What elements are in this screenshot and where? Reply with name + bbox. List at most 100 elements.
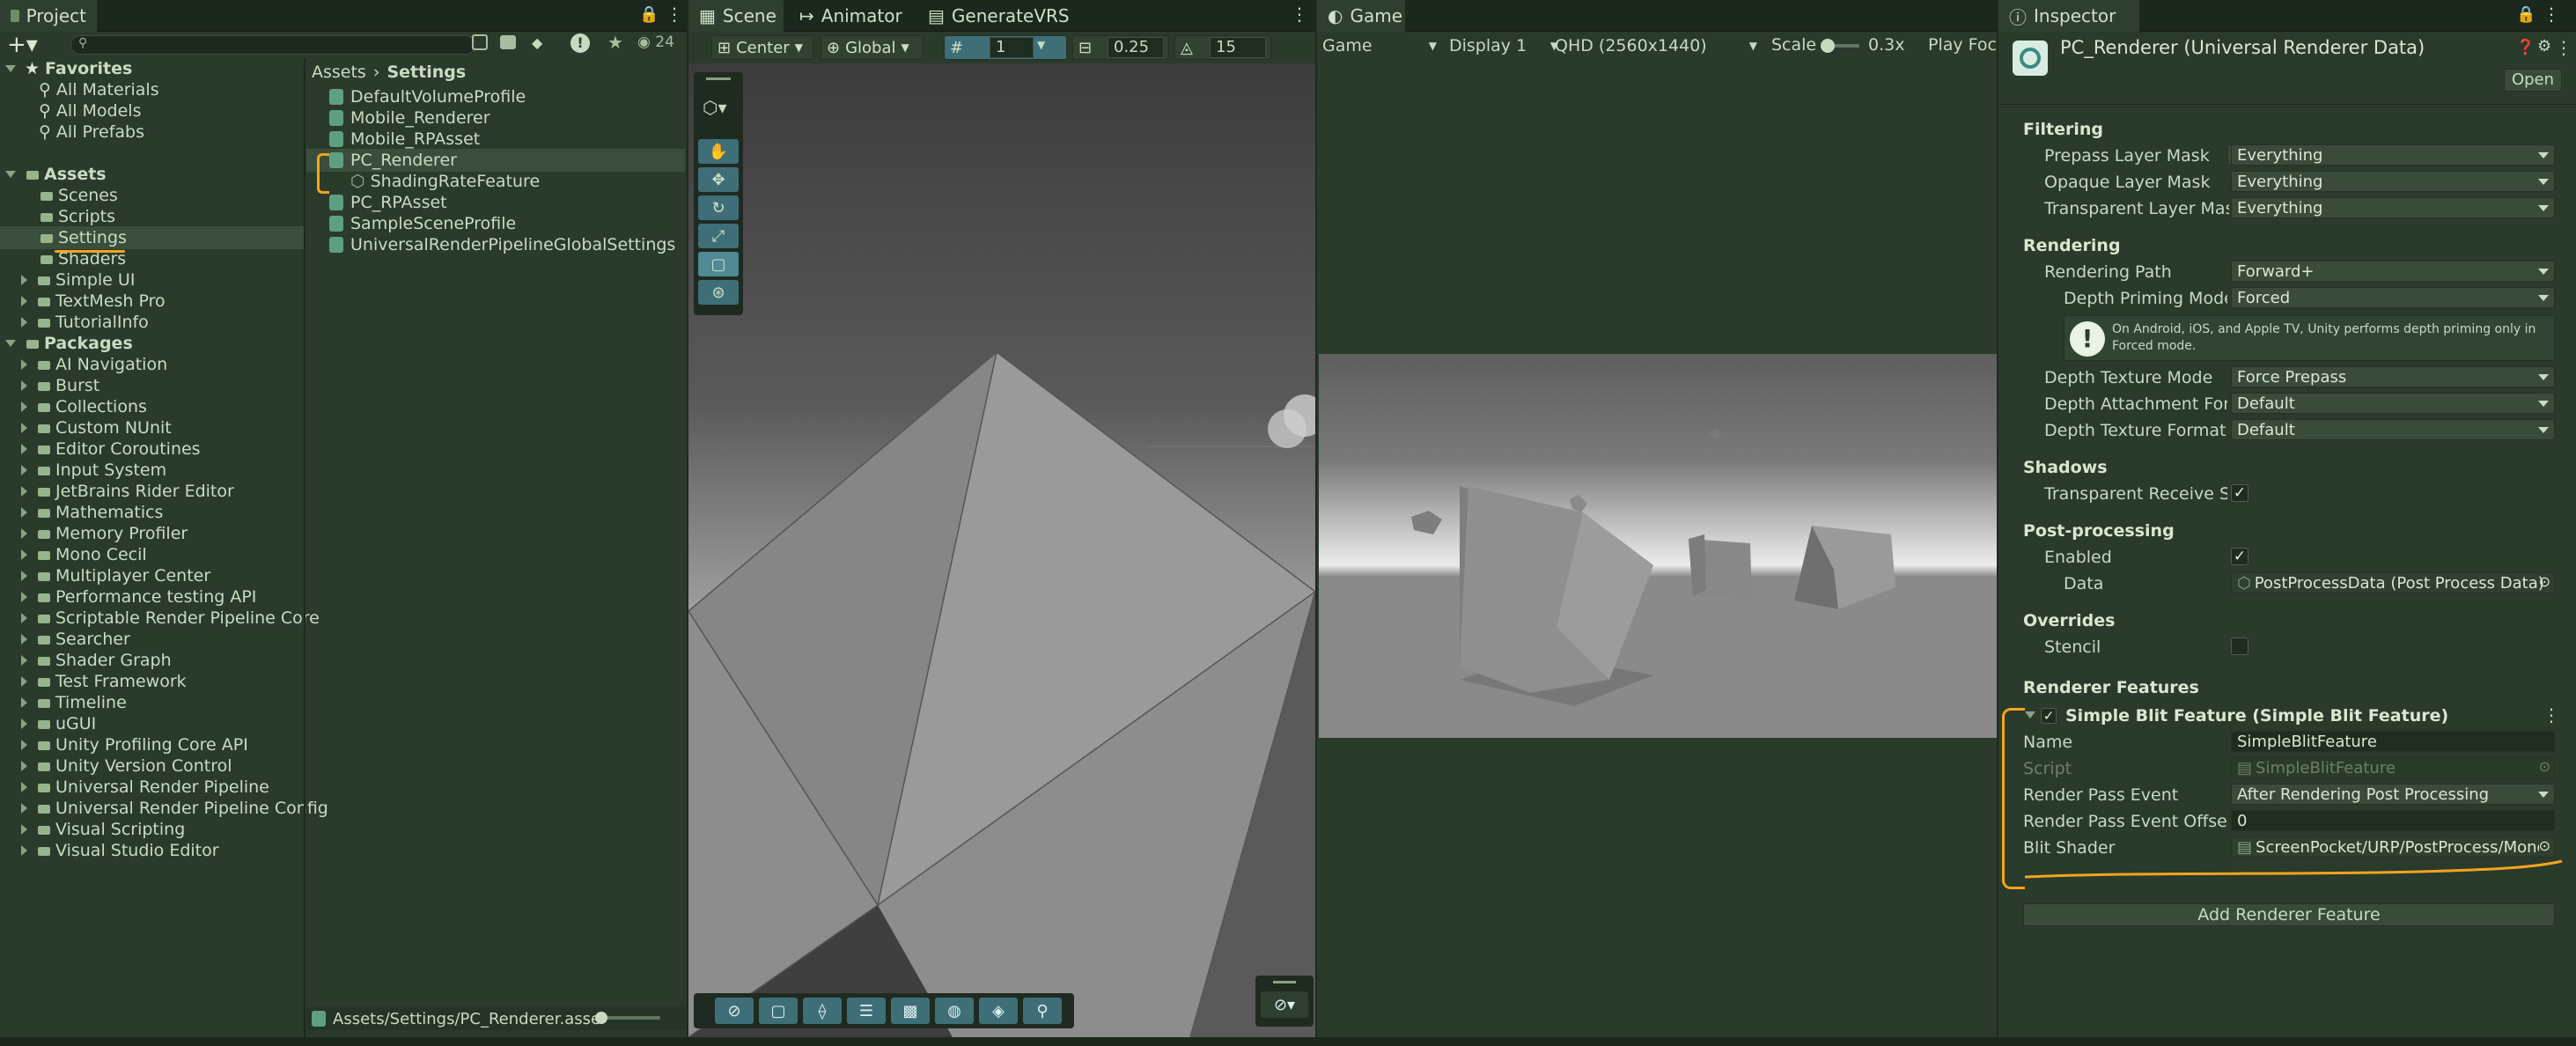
package-item[interactable]: Burst: [21, 375, 99, 396]
transform-tool-icon[interactable]: ⊛: [698, 280, 739, 305]
resolution-dropdown[interactable]: QHD (2560x1440) ▼: [1555, 34, 1757, 57]
object-picker-icon[interactable]: ⊙: [2539, 573, 2550, 590]
blit-shader-field[interactable]: ▤ ScreenPocket/URP/PostProcess/Mono ⊙: [2231, 836, 2555, 858]
expand-arrow-icon[interactable]: [21, 655, 27, 666]
file-item[interactable]: SampleSceneProfile: [329, 213, 516, 234]
expand-arrow-icon[interactable]: [21, 507, 27, 518]
favorite-item[interactable]: ⚲ All Prefabs: [39, 122, 144, 143]
more-icon[interactable]: ⋮: [2543, 4, 2560, 25]
feature-enabled-checkbox[interactable]: ✓: [2041, 708, 2057, 724]
file-item[interactable]: Mobile_Renderer: [329, 107, 490, 129]
package-item[interactable]: Universal Render Pipeline Config: [21, 798, 328, 819]
expand-arrow-icon[interactable]: [21, 845, 27, 856]
depth-texture-mode-dropdown[interactable]: Force Prepass: [2231, 366, 2555, 387]
expand-arrow-icon[interactable]: [21, 613, 27, 623]
warning-filter-icon[interactable]: !: [570, 33, 590, 53]
sphere-icon[interactable]: ◍: [935, 998, 974, 1024]
space-dropdown[interactable]: ⊕ Global ▼: [821, 35, 923, 60]
tree-folder[interactable]: TutorialInfo: [21, 312, 149, 333]
move-tool-icon[interactable]: ✥: [698, 167, 739, 192]
expand-arrow-icon[interactable]: [21, 718, 27, 729]
rect-icon[interactable]: ▢: [759, 998, 798, 1024]
game-viewport[interactable]: [1319, 354, 1997, 738]
expand-arrow-icon[interactable]: [21, 486, 27, 497]
expand-arrow-icon[interactable]: [21, 465, 27, 475]
package-item[interactable]: Universal Render Pipeline: [21, 777, 269, 798]
feature-title[interactable]: Simple Blit Feature (Simple Blit Feature…: [2065, 706, 2448, 726]
settings-icon[interactable]: ⚙: [2537, 37, 2551, 55]
expand-arrow-icon[interactable]: [21, 697, 27, 708]
breadcrumb-root[interactable]: Assets: [312, 63, 366, 82]
package-item[interactable]: Visual Scripting: [21, 819, 185, 840]
tab-animator[interactable]: ↦ Animator: [789, 0, 907, 32]
favorites-header[interactable]: ★ Favorites: [5, 58, 132, 79]
depth-texture-format-dropdown[interactable]: Default: [2231, 419, 2555, 440]
compass-icon[interactable]: ⊘: [715, 998, 754, 1024]
package-item[interactable]: uGUI: [21, 713, 96, 734]
object-picker-icon[interactable]: ⊙: [2538, 837, 2550, 854]
package-item[interactable]: Timeline: [21, 692, 127, 713]
tree-folder[interactable]: Simple UI: [21, 269, 135, 291]
hidden-count[interactable]: ◉ 24: [637, 33, 674, 51]
expand-arrow-icon[interactable]: [21, 444, 27, 454]
grid-hatch-icon[interactable]: ▩: [891, 998, 930, 1024]
align-icon[interactable]: ☰: [847, 998, 886, 1024]
favorite-item[interactable]: ⚲ All Materials: [39, 79, 159, 100]
camera-settings-icon[interactable]: ⊘▾: [1261, 991, 1308, 1018]
package-item[interactable]: Searcher: [21, 629, 130, 650]
file-item[interactable]: Mobile_RPAsset: [329, 129, 480, 150]
lock-icon[interactable]: 🔒: [2516, 5, 2536, 24]
package-item[interactable]: Visual Studio Editor: [21, 840, 219, 861]
grid-size-field[interactable]: 1: [990, 37, 1034, 58]
tree-folder[interactable]: TextMesh Pro: [21, 291, 166, 312]
expand-arrow-icon[interactable]: [21, 824, 27, 835]
package-item[interactable]: Scriptable Render Pipeline Core: [21, 608, 320, 629]
transparent-dropdown[interactable]: Everything: [2231, 197, 2555, 218]
scale-slider-handle[interactable]: [1821, 39, 1835, 53]
rotate-tool-icon[interactable]: ↻: [698, 195, 739, 220]
post-data-field[interactable]: ⬡ PostProcessData (Post Process Data) ⊙: [2231, 572, 2555, 593]
package-item[interactable]: AI Navigation: [21, 354, 167, 375]
depth-priming-dropdown[interactable]: Forced: [2231, 287, 2555, 308]
tree-folder-settings[interactable]: Settings: [39, 227, 127, 248]
transparent-receive-checkbox[interactable]: ✓: [2231, 484, 2248, 502]
opaque-dropdown[interactable]: Everything: [2231, 171, 2555, 192]
package-item[interactable]: Multiplayer Center: [21, 565, 210, 586]
file-item[interactable]: UniversalRenderPipelineGlobalSettings: [329, 234, 675, 255]
depth-attachment-dropdown[interactable]: Default: [2231, 393, 2555, 414]
scale-tool-icon[interactable]: ⤢: [698, 224, 739, 248]
expand-arrow-icon[interactable]: [21, 359, 27, 370]
expand-arrow-icon[interactable]: [21, 740, 27, 750]
feature-name-input[interactable]: SimpleBlitFeature: [2231, 731, 2555, 752]
expand-arrow-icon[interactable]: [21, 401, 27, 412]
package-item[interactable]: Test Framework: [21, 671, 187, 692]
package-item[interactable]: Editor Coroutines: [21, 438, 201, 460]
more-icon[interactable]: ⋮: [666, 4, 683, 25]
star-icon[interactable]: ★: [607, 32, 623, 53]
package-item[interactable]: Memory Profiler: [21, 523, 188, 544]
tab-project[interactable]: Project: [0, 0, 97, 32]
package-item[interactable]: Mathematics: [21, 502, 163, 523]
file-item-sub[interactable]: ⬡ ShadingRateFeature: [350, 171, 540, 192]
prepass-dropdown[interactable]: Everything: [2231, 144, 2555, 166]
pivot-dropdown[interactable]: ⊞ Center ▼: [711, 35, 813, 60]
package-item[interactable]: Mono Cecil: [21, 544, 147, 565]
file-item-selected[interactable]: PC_Renderer: [329, 150, 457, 171]
enabled-checkbox[interactable]: ✓: [2231, 548, 2248, 565]
type-filter-icon[interactable]: [500, 35, 516, 49]
hand-tool-icon[interactable]: ✋: [698, 139, 739, 164]
rendering-path-dropdown[interactable]: Forward+: [2231, 261, 2555, 282]
expand-arrow-icon[interactable]: [21, 528, 27, 539]
rotate-value-field[interactable]: 15: [1210, 37, 1266, 58]
zoom-slider[interactable]: [599, 1016, 660, 1020]
package-item[interactable]: Input System: [21, 460, 166, 481]
expand-arrow-icon[interactable]: [21, 676, 27, 687]
render-pass-offset-input[interactable]: 0: [2231, 810, 2555, 831]
favorite-item[interactable]: ⚲ All Models: [39, 100, 141, 122]
tree-folder[interactable]: Scripts: [39, 206, 115, 227]
tab-game[interactable]: ◐ Game: [1317, 0, 1405, 32]
package-item[interactable]: Unity Profiling Core API: [21, 734, 248, 755]
expand-arrow-icon[interactable]: [21, 380, 27, 391]
expand-arrow-icon[interactable]: [21, 803, 27, 814]
expand-arrow-icon[interactable]: [21, 423, 27, 433]
